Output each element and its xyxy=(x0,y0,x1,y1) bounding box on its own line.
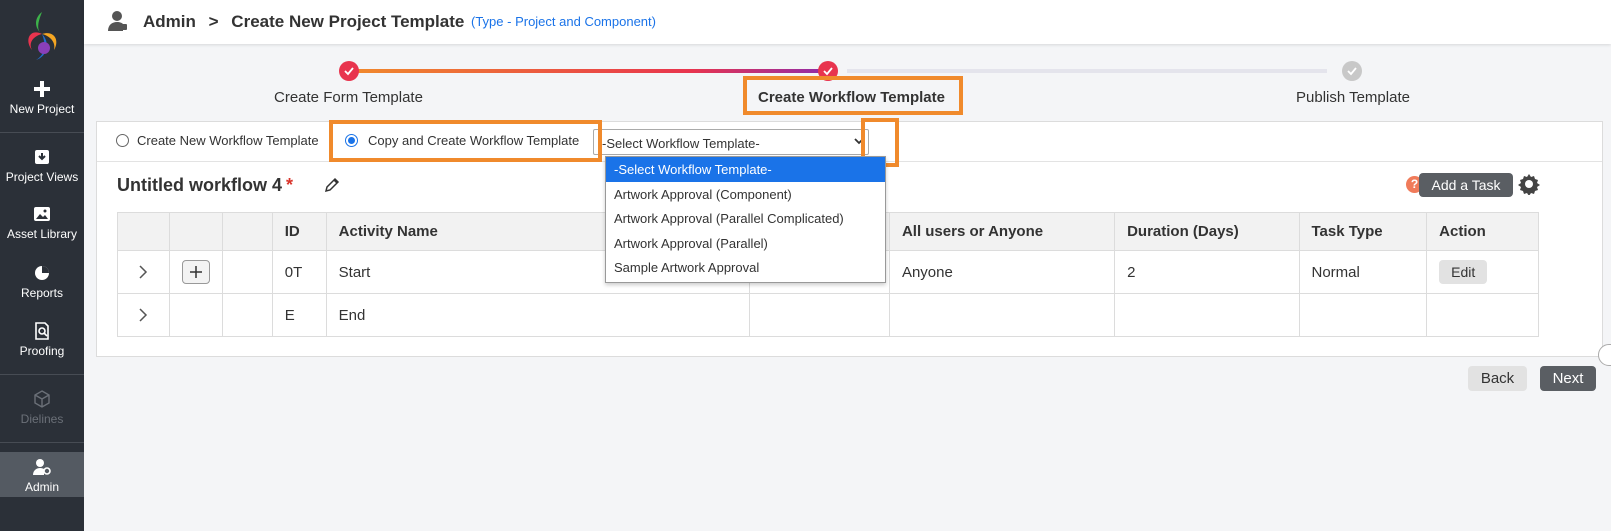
task-users xyxy=(888,293,1116,337)
task-duration: 2 xyxy=(1114,250,1300,294)
col-add xyxy=(168,212,223,251)
expand-cell[interactable] xyxy=(117,250,170,294)
pie-chart-icon xyxy=(35,266,49,280)
check-icon xyxy=(1347,67,1357,76)
blank-cell xyxy=(221,250,273,294)
workflow-name-text: Untitled workflow 4 xyxy=(117,175,283,195)
highlight-active-step xyxy=(743,76,963,115)
plus-icon xyxy=(189,266,202,278)
col-blank xyxy=(221,212,273,251)
download-box-icon xyxy=(35,150,49,164)
task-id: 0T xyxy=(271,250,327,294)
col-users: All users or Anyone xyxy=(888,212,1116,251)
task-users: Anyone xyxy=(888,250,1116,294)
sidebar-item-admin[interactable]: Admin xyxy=(0,452,84,497)
next-button[interactable]: Next xyxy=(1540,366,1596,391)
sidebar-item-project-views[interactable]: Project Views xyxy=(0,148,84,184)
add-subtask-button[interactable] xyxy=(181,260,210,284)
dropdown-option[interactable]: -Select Workflow Template- xyxy=(606,157,885,182)
check-icon xyxy=(344,67,354,76)
template-type-note: (Type - Project and Component) xyxy=(471,14,656,29)
radio-label-create-new[interactable]: Create New Workflow Template xyxy=(137,133,319,148)
task-type: Normal xyxy=(1298,250,1428,294)
workflow-template-select[interactable]: -Select Workflow Template- xyxy=(593,129,869,155)
image-icon xyxy=(34,207,50,221)
dropdown-option[interactable]: Artwork Approval (Parallel Complicated) xyxy=(606,206,885,231)
sidebar-item-asset-library[interactable]: Asset Library xyxy=(0,205,84,241)
task-duration xyxy=(1114,293,1300,337)
edit-pencil-icon[interactable] xyxy=(323,176,341,194)
sidebar-item-label: Proofing xyxy=(19,344,65,358)
page-title: Create New Project Template xyxy=(231,12,465,31)
task-hidden-cell xyxy=(748,293,890,337)
chevron-right-icon[interactable] xyxy=(138,308,148,322)
sidebar-item-label: Reports xyxy=(20,286,64,300)
col-expand xyxy=(117,212,170,251)
sidebar-divider xyxy=(0,442,84,443)
gear-icon[interactable] xyxy=(1518,173,1540,195)
task-action-cell: Edit xyxy=(1426,250,1539,294)
document-search-icon xyxy=(35,322,49,340)
plus-icon xyxy=(34,81,50,97)
stepper-progress-done xyxy=(349,69,837,73)
task-type xyxy=(1298,293,1428,337)
sidebar-divider xyxy=(0,132,84,133)
add-cell xyxy=(168,293,223,337)
workflow-name: Untitled workflow 4 * xyxy=(117,175,293,196)
sidebar-item-label: Dielines xyxy=(20,412,64,426)
admin-user-icon xyxy=(108,11,127,31)
dropdown-option[interactable]: Artwork Approval (Component) xyxy=(606,182,885,207)
add-cell xyxy=(168,250,223,294)
page-header: Admin > Create New Project Template (Typ… xyxy=(84,0,1611,44)
sidebar-item-dielines: Dielines xyxy=(0,390,84,426)
user-gear-icon xyxy=(33,459,51,475)
task-activity-name: End xyxy=(325,293,750,337)
breadcrumb-root[interactable]: Admin xyxy=(143,12,196,31)
task-action-cell xyxy=(1426,293,1539,337)
brand-logo xyxy=(28,12,57,60)
sidebar-item-label: Project Views xyxy=(5,170,79,184)
step-done-indicator xyxy=(339,61,359,81)
highlight-copy-option xyxy=(329,120,602,162)
back-button[interactable]: Back xyxy=(1468,366,1527,391)
sidebar-item-label: Admin xyxy=(24,480,59,494)
expand-cell[interactable] xyxy=(117,293,170,337)
add-task-button[interactable]: Add a Task xyxy=(1419,173,1513,197)
sidebar-item-reports[interactable]: Reports xyxy=(0,264,84,300)
sidebar-divider xyxy=(0,374,84,375)
col-task-type: Task Type xyxy=(1298,212,1428,251)
stepper-progress-pending xyxy=(847,69,1327,73)
col-duration: Duration (Days) xyxy=(1114,212,1300,251)
col-id: ID xyxy=(271,212,327,251)
collapse-panel-tab[interactable] xyxy=(1598,344,1611,366)
dropdown-option[interactable]: Artwork Approval (Parallel) xyxy=(606,231,885,256)
breadcrumb-separator: > xyxy=(208,12,219,31)
step-label-publish[interactable]: Publish Template xyxy=(1296,89,1410,106)
edit-task-button[interactable]: Edit xyxy=(1439,260,1488,284)
radio-create-new[interactable] xyxy=(116,134,129,147)
step-pending-indicator xyxy=(1342,61,1362,81)
step-label-form[interactable]: Create Form Template xyxy=(274,89,423,106)
task-id: E xyxy=(271,293,327,337)
dropdown-option[interactable]: Sample Artwork Approval xyxy=(606,255,885,280)
sidebar-item-label: Asset Library xyxy=(6,227,78,241)
breadcrumb: Admin > Create New Project Template xyxy=(143,12,472,32)
sidebar: New Project Project Views Asset Library … xyxy=(0,0,84,531)
blank-cell xyxy=(221,293,273,337)
sidebar-item-proofing[interactable]: Proofing xyxy=(0,322,84,358)
col-action: Action xyxy=(1426,212,1539,251)
table-row: E End xyxy=(117,293,1539,337)
cube-icon xyxy=(34,390,50,408)
chevron-right-icon[interactable] xyxy=(138,265,148,279)
sidebar-item-new-project[interactable]: New Project xyxy=(0,80,84,116)
required-marker: * xyxy=(286,175,294,195)
workflow-template-dropdown: -Select Workflow Template- Artwork Appro… xyxy=(605,156,886,283)
sidebar-item-label: New Project xyxy=(9,102,75,116)
